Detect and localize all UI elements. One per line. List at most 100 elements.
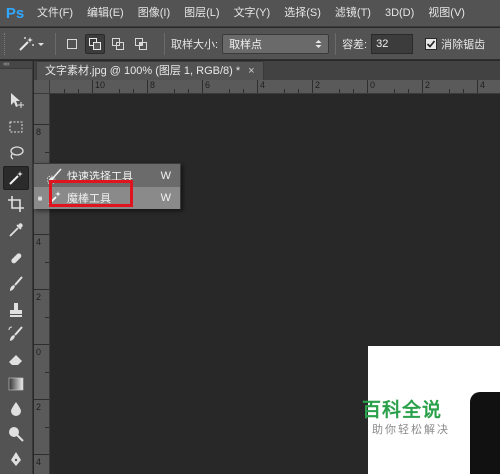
image-content-shape [470, 392, 500, 474]
ruler-number: 4 [480, 80, 486, 90]
ruler-number: 4 [36, 457, 42, 467]
ruler-tick [257, 80, 258, 93]
ruler-tick [339, 89, 340, 93]
vertical-ruler[interactable]: 8 6 4 2 0 2 4 [34, 94, 50, 474]
ruler-number: 4 [260, 80, 266, 90]
ruler-tick [45, 152, 49, 153]
menu-image[interactable]: 图像(I) [131, 0, 177, 27]
eyedropper-tool[interactable] [3, 218, 29, 242]
ruler-tick [119, 89, 120, 93]
add-to-selection-button[interactable] [85, 33, 105, 54]
pen-icon [11, 452, 21, 466]
menu-edit[interactable]: 编辑(E) [80, 0, 131, 27]
ruler-number: 2 [425, 80, 431, 90]
watermark-subtitle: 助你轻松解决 [372, 424, 450, 436]
eraser-tool[interactable] [3, 347, 29, 371]
new-selection-button[interactable] [62, 34, 82, 54]
ruler-tick [243, 89, 244, 93]
sample-size-select[interactable]: 取样点 [222, 33, 330, 54]
blur-tool[interactable] [3, 397, 29, 421]
healing-brush-tool[interactable] [3, 246, 29, 270]
separator [335, 32, 337, 55]
ruler-tick [45, 317, 49, 318]
ruler-tick [92, 80, 93, 93]
ruler-tick [202, 80, 203, 93]
ruler-origin[interactable] [34, 80, 50, 94]
ruler-tick [408, 89, 409, 93]
menu-type[interactable]: 文字(Y) [227, 0, 278, 27]
ruler-number: 2 [36, 402, 42, 412]
intersect-selection-button[interactable] [131, 34, 151, 54]
tools-collapse-toggle[interactable]: «« [0, 61, 32, 69]
tolerance-input[interactable]: 32 [371, 33, 414, 54]
marquee-icon [9, 121, 23, 133]
ruler-number: 6 [205, 80, 211, 90]
ruler-tick [147, 80, 148, 93]
brush-tool[interactable] [3, 272, 29, 296]
clone-stamp-tool[interactable] [3, 298, 29, 322]
tolerance-label: 容差: [342, 38, 368, 51]
sample-size-value: 取样点 [229, 38, 263, 51]
menu-view[interactable]: 视图(V) [421, 0, 472, 27]
ruler-tick [45, 262, 49, 263]
ruler-number: 8 [150, 80, 156, 90]
droplet-icon [11, 402, 21, 416]
ruler-tick [34, 399, 49, 400]
gradient-tool[interactable] [3, 372, 29, 396]
eraser-icon [9, 355, 22, 365]
ruler-tick [45, 427, 49, 428]
selected-bullet-icon: ■ [37, 193, 43, 203]
close-icon[interactable]: × [248, 62, 254, 80]
dodge-icon [9, 427, 24, 442]
ruler-number: 0 [370, 80, 376, 90]
lasso-tool[interactable] [3, 141, 29, 165]
move-tool[interactable] [3, 88, 29, 112]
menu-bar: Ps 文件(F) 编辑(E) 图像(I) 图层(L) 文字(Y) 选择(S) 滤… [0, 0, 500, 27]
watermark: 百科全说 助你轻松解决 [362, 400, 462, 450]
ruler-tick [229, 89, 230, 93]
crop-tool[interactable] [3, 192, 29, 216]
intersect-selection-icon [135, 37, 147, 50]
antialias-checkbox[interactable] [425, 37, 438, 50]
lasso-icon [10, 146, 24, 160]
ruler-tick [394, 89, 395, 93]
horizontal-ruler[interactable]: 10 8 6 4 2 0 2 4 [50, 80, 500, 94]
ruler-tick [477, 80, 478, 93]
antialias-label: 消除锯齿 [441, 38, 486, 51]
history-brush-tool[interactable] [3, 322, 29, 346]
checkmark-icon [427, 39, 436, 48]
menu-select[interactable]: 选择(S) [277, 0, 328, 27]
crop-icon [8, 196, 24, 212]
watermark-title: 百科全说 [362, 400, 443, 421]
add-selection-icon [89, 37, 101, 50]
separator [55, 32, 56, 55]
tool-preset-picker[interactable] [13, 33, 49, 55]
menu-layer[interactable]: 图层(L) [177, 0, 226, 27]
marquee-tool[interactable] [3, 115, 29, 139]
magic-wand-tool[interactable] [3, 166, 29, 190]
sample-size-label: 取样大小: [171, 38, 219, 51]
ruler-number: 4 [36, 237, 42, 247]
options-grip[interactable] [4, 32, 7, 55]
options-bar: 取样大小: 取样点 容差: 32 消除锯齿 [0, 28, 500, 60]
ruler-tick [78, 89, 79, 93]
subtract-selection-icon [112, 37, 124, 50]
ruler-tick [353, 89, 354, 93]
document-tab[interactable]: 文字素材.jpg @ 100% (图层 1, RGB/8) * × [36, 61, 264, 80]
ruler-tick [367, 80, 368, 93]
ruler-tick [45, 372, 49, 373]
ruler-number: 2 [315, 80, 321, 90]
menu-file[interactable]: 文件(F) [30, 0, 80, 27]
ruler-tick [422, 80, 423, 93]
menu-filter[interactable]: 滤镜(T) [328, 0, 378, 27]
ruler-tick [34, 289, 49, 290]
menu-3d[interactable]: 3D(D) [378, 0, 421, 27]
ruler-number: 8 [36, 127, 42, 137]
subtract-from-selection-button[interactable] [108, 34, 128, 54]
tools-panel: «« [0, 61, 33, 474]
pen-tool[interactable] [3, 447, 29, 471]
new-selection-icon [67, 38, 77, 49]
updown-arrows-icon [315, 39, 322, 48]
ruler-tick [463, 89, 464, 93]
dodge-tool[interactable] [3, 422, 29, 446]
